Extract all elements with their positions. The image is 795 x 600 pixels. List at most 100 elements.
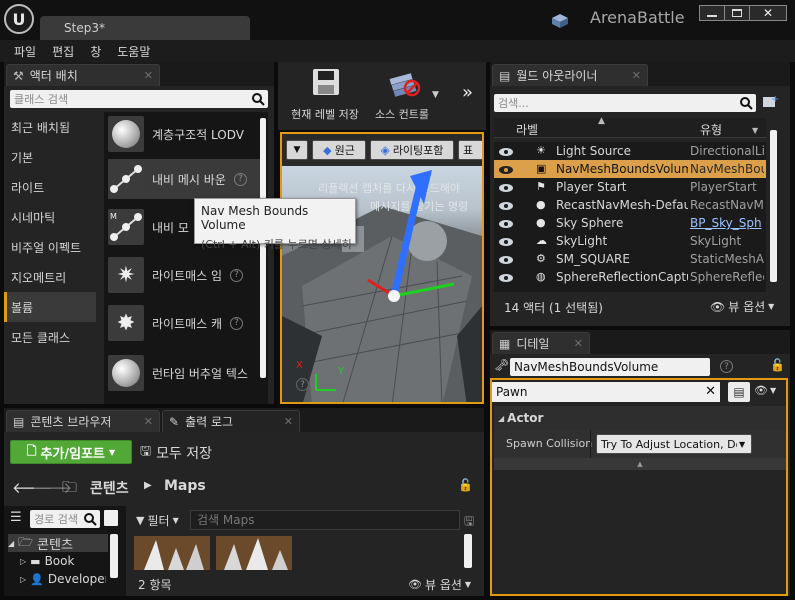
show-button[interactable]: 표 — [458, 140, 482, 160]
details-view-options[interactable]: 👁 ▼ — [754, 384, 776, 397]
content-browser-tab[interactable]: ▤ 콘텐츠 브라우저 ✕ — [6, 410, 160, 432]
lighting-mode-button[interactable]: ◈ 라이팅포함 — [370, 140, 454, 160]
details-tab[interactable]: ▦ 디테일 ✕ — [492, 332, 590, 354]
tree-item-book[interactable]: ▷ ▬ Book — [20, 554, 74, 568]
add-import-button[interactable]: 🗋 추가/임포트 ▼ — [10, 440, 132, 464]
help-icon[interactable]: ? — [720, 360, 733, 373]
unreal-logo-icon[interactable]: U — [4, 4, 34, 34]
outliner-row[interactable]: ⚙ SM_SQUARE StaticMeshAc — [494, 250, 766, 268]
view-list-icon[interactable] — [104, 510, 118, 526]
save-all-button[interactable]: 🖫 모두 저장 — [140, 442, 212, 464]
outliner-row[interactable]: ◍ SphereReflectionCaptureSphereReflect — [494, 268, 766, 286]
category-geometry[interactable]: 지오메트리 — [4, 262, 96, 292]
tree-item-developers[interactable]: ▷ 👤 Developer — [20, 572, 106, 586]
tree-item-content[interactable]: ◢ 🗁 콘텐츠 — [8, 534, 108, 553]
asset-nav-mesh-bounds[interactable]: 내비 메시 바운 ? — [108, 159, 260, 199]
asset-runtime-virtual-texture[interactable]: 런타임 버추얼 텍스 — [108, 353, 258, 393]
class-search-input[interactable]: 클래스 검색 — [10, 90, 268, 108]
asset-view-scrollbar[interactable] — [464, 534, 472, 568]
close-button[interactable]: ✕ — [749, 5, 787, 21]
outliner-tab[interactable]: ▤ 월드 아웃라이너 ✕ — [492, 64, 648, 86]
lock-icon[interactable]: 🔓 — [458, 478, 473, 492]
help-icon[interactable]: ? — [233, 172, 247, 186]
help-icon[interactable]: ? — [296, 378, 309, 391]
column-type-header[interactable]: 유형 — [700, 121, 722, 138]
actor-name-field[interactable]: NavMeshBoundsVolume — [510, 358, 710, 376]
outliner-row[interactable]: ▣ NavMeshBoundsVolume NavMeshBou — [494, 160, 766, 178]
visibility-eye-icon[interactable] — [498, 254, 516, 264]
visibility-eye-icon[interactable] — [498, 272, 516, 282]
category-basic[interactable]: 기본 — [4, 142, 96, 172]
path-separator-icon[interactable]: ▶ — [144, 480, 152, 491]
sources-toggle-icon[interactable]: ☰ — [10, 510, 22, 525]
column-divider[interactable] — [590, 430, 591, 458]
lock-icon[interactable]: 🔓 — [770, 358, 785, 372]
visibility-eye-icon[interactable] — [498, 218, 516, 228]
chevron-down-icon[interactable]: ▼ — [432, 90, 439, 100]
transform-gizmo[interactable] — [362, 164, 462, 314]
outliner-row[interactable]: ☀ Light Source DirectionalLig — [494, 142, 766, 160]
save-search-icon[interactable]: 🖫 — [464, 512, 474, 533]
path-leaf[interactable]: Maps — [164, 478, 206, 494]
visibility-eye-icon[interactable] — [498, 146, 516, 156]
add-folder-icon[interactable]: + — [762, 93, 780, 109]
advanced-expander[interactable]: ▲ — [494, 458, 786, 470]
category-cinematic[interactable]: 시네마틱 — [4, 202, 96, 232]
asset-hlod-volume[interactable]: 계층구조적 LODV — [108, 114, 258, 154]
toolbar-overflow-icon[interactable]: » — [462, 82, 473, 103]
outliner-row[interactable]: ⚑ Player Start PlayerStart — [494, 178, 766, 196]
map-asset-tile[interactable] — [134, 536, 210, 570]
close-icon[interactable]: ✕ — [284, 415, 293, 428]
outliner-row-type[interactable]: BP_Sky_Sph — [690, 216, 764, 230]
close-icon[interactable]: ✕ — [632, 69, 641, 82]
visibility-eye-icon[interactable] — [498, 182, 516, 192]
visibility-eye-icon[interactable] — [498, 164, 516, 174]
path-root[interactable]: 콘텐츠 — [90, 478, 129, 498]
category-volumes[interactable]: 볼륨 — [4, 292, 96, 322]
category-visual-effects[interactable]: 비주얼 이펙트 — [4, 232, 96, 262]
column-label-header[interactable]: 라벨 — [516, 121, 538, 138]
source-control-button[interactable]: 소스 컨트롤 ▼ — [370, 66, 442, 124]
minimize-button[interactable] — [699, 5, 725, 21]
asset-search-input[interactable]: 검색 Maps — [190, 510, 460, 530]
save-level-button[interactable]: 현재 레벨 저장 — [284, 66, 364, 124]
close-icon[interactable]: ✕ — [144, 415, 153, 428]
outliner-row[interactable]: ☁ SkyLight SkyLight — [494, 232, 766, 250]
place-actors-tab[interactable]: ⚒ 액터 배치 ✕ — [6, 64, 160, 86]
output-log-tab[interactable]: ✎ 출력 로그 ✕ — [162, 410, 300, 432]
maximize-button[interactable] — [724, 5, 750, 21]
menu-file[interactable]: 파일 — [14, 43, 36, 60]
sources-scrollbar[interactable] — [110, 534, 118, 578]
category-recent[interactable]: 최근 배치됨 — [4, 112, 96, 142]
category-all-classes[interactable]: 모든 클래스 — [4, 322, 96, 352]
details-search-input[interactable]: Pawn ✕ — [492, 382, 720, 402]
help-icon[interactable]: ? — [230, 268, 244, 282]
source-control-status-icon[interactable] — [552, 14, 568, 28]
outliner-search-input[interactable]: 검색... — [494, 94, 756, 112]
close-icon[interactable]: ✕ — [574, 337, 583, 350]
spawn-collision-dropdown[interactable]: Try To Adjust Location, Don ▼ — [596, 434, 752, 454]
menu-window[interactable]: 창 — [90, 43, 101, 60]
outliner-row[interactable]: ● Sky Sphere BP_Sky_Sph — [494, 214, 766, 232]
menu-edit[interactable]: 편집 — [52, 43, 74, 60]
asset-lightmass-character[interactable]: ✸ 라이트매스 캐 ? — [108, 303, 258, 343]
filter-button[interactable]: ▼ 필터 ▼ — [136, 512, 179, 529]
property-matrix-button[interactable]: ▤ — [728, 382, 750, 402]
visibility-eye-icon[interactable] — [498, 200, 516, 210]
level-viewport[interactable]: ▼ ◆ 원근 ◈ 라이팅포함 표 리플렉션 캡처를 다시 빌드해야 메시지를 숨… — [280, 132, 484, 404]
chevron-down-icon[interactable]: ▼ — [752, 126, 758, 135]
category-lights[interactable]: 라이트 — [4, 172, 96, 202]
outliner-scrollbar[interactable] — [770, 130, 777, 282]
menu-help[interactable]: 도움말 — [117, 43, 150, 60]
document-tab[interactable]: Step3* — [40, 16, 250, 40]
help-icon[interactable]: ? — [230, 316, 244, 330]
outliner-view-options[interactable]: 👁 뷰 옵션 ▼ — [710, 298, 774, 315]
asset-lightmass-importance[interactable]: ✷ 라이트매스 임 ? — [108, 255, 258, 295]
close-icon[interactable]: ✕ — [144, 69, 153, 82]
outliner-row[interactable]: ● RecastNavMesh-Default RecastNavMe — [494, 196, 766, 214]
viewport-options-button[interactable]: ▼ — [286, 140, 308, 160]
asset-view-options[interactable]: 👁 뷰 옵션 ▼ — [408, 576, 471, 593]
map-asset-tile[interactable] — [216, 536, 292, 570]
path-search-input[interactable]: 경로 검색 — [30, 510, 100, 528]
actor-category-header[interactable]: ◢ Actor — [494, 406, 786, 430]
